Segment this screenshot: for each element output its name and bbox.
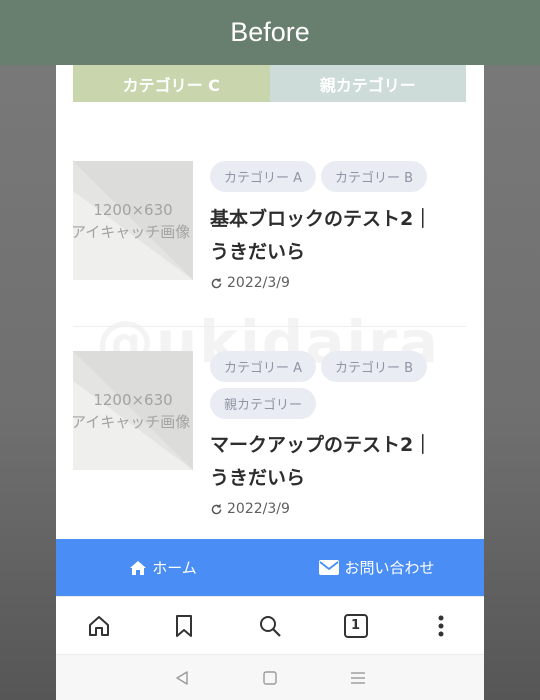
search-icon: [259, 615, 281, 637]
post-card[interactable]: 1200×630 アイキャッチ画像 カテゴリー A カテゴリー B 親カテゴリー…: [73, 351, 466, 521]
home-square-icon[interactable]: [262, 670, 278, 686]
home-link-label: ホーム: [152, 559, 197, 577]
post-card[interactable]: 1200×630 アイキャッチ画像 カテゴリー A カテゴリー B 基本ブロック…: [73, 161, 466, 301]
post-date: 2022/3/9: [210, 501, 290, 517]
post-tags: カテゴリー A カテゴリー B 親カテゴリー: [210, 351, 460, 419]
post-tags: カテゴリー A カテゴリー B: [210, 161, 460, 192]
phone-screen: カテゴリー C 親カテゴリー @ukidaira 1200×630 アイキャッチ…: [56, 65, 484, 700]
post-date-text: 2022/3/9: [227, 501, 290, 517]
bookmark-icon: [176, 614, 193, 637]
tag-category-b[interactable]: カテゴリー B: [321, 161, 428, 192]
post-date-text: 2022/3/9: [227, 275, 290, 291]
contact-link[interactable]: お問い合わせ: [270, 539, 484, 596]
contact-link-label: お問い合わせ: [344, 559, 435, 577]
browser-home-button[interactable]: [56, 614, 142, 638]
post-thumbnail[interactable]: 1200×630 アイキャッチ画像: [73, 161, 193, 280]
mail-icon: [319, 560, 340, 575]
post-date: 2022/3/9: [210, 275, 290, 291]
tag-category-b[interactable]: カテゴリー B: [321, 351, 428, 382]
post-thumbnail[interactable]: 1200×630 アイキャッチ画像: [73, 351, 193, 470]
post-divider: [73, 326, 466, 327]
thumbnail-size-label: 1200×630: [93, 391, 173, 409]
browser-more-button[interactable]: [398, 615, 484, 637]
header-title: Before: [230, 17, 310, 47]
category-tab-c[interactable]: カテゴリー C: [73, 65, 270, 102]
tag-parent-category[interactable]: 親カテゴリー: [210, 388, 317, 419]
home-link[interactable]: ホーム: [56, 539, 270, 596]
browser-tabs-button[interactable]: 1: [313, 613, 399, 638]
tabs-icon: 1: [343, 613, 368, 638]
post-title[interactable]: マークアップのテスト2｜うきだいら: [210, 429, 440, 495]
thumbnail-caption: アイキャッチ画像: [73, 413, 191, 431]
more-icon: [438, 615, 444, 636]
category-tabs: カテゴリー C 親カテゴリー: [73, 65, 466, 102]
thumbnail-caption: アイキャッチ画像: [73, 223, 191, 241]
tag-category-a[interactable]: カテゴリー A: [210, 161, 317, 192]
system-nav-bar: [56, 654, 484, 700]
refresh-icon: [211, 277, 222, 288]
post-title[interactable]: 基本ブロックのテスト2｜うきだいら: [210, 203, 440, 269]
back-icon[interactable]: [174, 670, 190, 686]
recents-icon[interactable]: [350, 670, 366, 686]
category-tab-parent[interactable]: 親カテゴリー: [269, 65, 466, 102]
browser-bookmark-button[interactable]: [142, 614, 228, 638]
browser-search-button[interactable]: [227, 614, 313, 638]
refresh-icon: [211, 503, 222, 514]
thumbnail-size-label: 1200×630: [93, 201, 173, 219]
site-bottom-nav: ホーム お問い合わせ: [56, 539, 484, 596]
comparison-header: Before: [0, 0, 540, 65]
home-icon: [130, 560, 147, 575]
home-icon: [88, 615, 109, 636]
browser-toolbar: 1: [56, 596, 484, 654]
tag-category-a[interactable]: カテゴリー A: [210, 351, 317, 382]
tab-count: 1: [351, 618, 361, 633]
